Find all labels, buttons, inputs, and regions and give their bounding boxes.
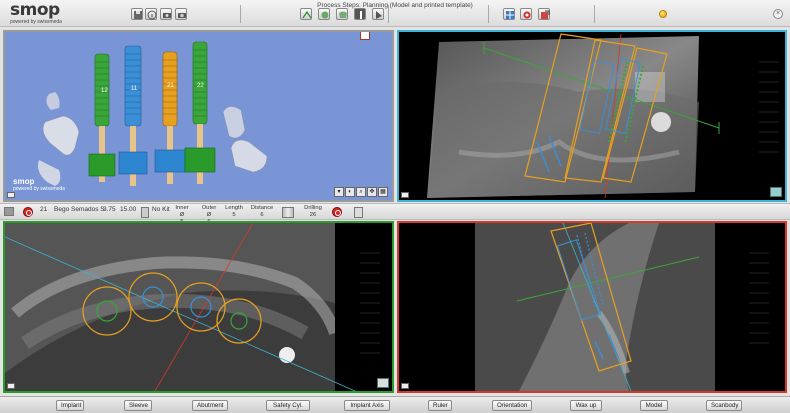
tooth-number: 21 — [40, 206, 48, 213]
pin-icon[interactable] — [360, 32, 370, 40]
implant-label-12: 12 — [101, 88, 108, 94]
bone-fragment — [222, 106, 246, 139]
implant-info-bar: 21 Bego Semados S 3.75 15.00 No Kit Inne… — [0, 203, 790, 225]
kit-select[interactable]: No Kit — [152, 206, 170, 213]
step-teeth-icon[interactable] — [336, 8, 348, 20]
implant-label-22: 22 — [197, 83, 204, 89]
top-toolbar: smop powered by swissmeda Process Steps:… — [0, 0, 790, 27]
implant-name[interactable]: Bego Semados S — [54, 206, 105, 213]
bar-menu-icon[interactable] — [4, 207, 14, 216]
grid-icon[interactable]: ▦ — [378, 187, 388, 197]
dropdown-icon[interactable]: ▾ — [334, 187, 344, 197]
implant-21[interactable] — [154, 51, 186, 184]
close-icon[interactable]: × — [773, 9, 783, 19]
cross-section-scan — [475, 223, 769, 391]
inner-diameter-label: Inner Ø — [175, 205, 189, 218]
view-tag-icon[interactable] — [7, 192, 15, 198]
step-template-icon[interactable] — [372, 8, 384, 20]
orientation-button[interactable]: Orientation — [492, 400, 532, 411]
abutment-button[interactable]: Abutment — [192, 400, 228, 411]
sleeve-distance[interactable]: Distance 6 — [250, 205, 274, 219]
axial-scan — [5, 223, 392, 391]
pan-icon[interactable]: ✥ — [367, 187, 377, 197]
zoom-icon[interactable]: ⌕ — [356, 187, 366, 197]
toolbar-divider — [488, 5, 489, 23]
bone-fragment — [42, 115, 80, 156]
step-scan-icon[interactable] — [300, 8, 312, 20]
sleeve-length-value: 5 — [232, 212, 236, 218]
sleeve-length-label: Length — [225, 205, 243, 211]
implant-button[interactable]: Implant — [56, 400, 84, 411]
delete-implant-icon[interactable] — [23, 207, 33, 217]
scanbody-button[interactable]: Scanbody — [706, 400, 742, 411]
view-tag-icon[interactable] — [7, 383, 15, 389]
view-tag-icon[interactable] — [401, 383, 409, 389]
viewport-brand-word: smop — [13, 177, 35, 186]
implant-label-11: 11 — [131, 86, 138, 92]
delete-sleeve-icon[interactable] — [332, 207, 342, 217]
save-icon[interactable] — [131, 8, 143, 20]
outer-diameter-label: Outer Ø — [201, 205, 217, 218]
logo: smop powered by swissmeda — [10, 0, 62, 26]
sleeve-distance-value: 6 — [260, 212, 264, 218]
settings-icon[interactable] — [520, 8, 532, 20]
camera-icon[interactable] — [175, 8, 187, 20]
viewport-brand-tagline: powered by swissmeda — [13, 186, 65, 192]
sleeve-icon — [282, 207, 294, 218]
implant-12[interactable] — [88, 53, 116, 182]
planning-window: smop powered by swissmeda Process Steps:… — [0, 0, 790, 413]
info-icon[interactable] — [145, 8, 157, 20]
implant-length[interactable]: 15.00 — [120, 206, 136, 213]
implant-3d-scene: 12 11 21 22 — [38, 41, 268, 186]
model-button[interactable]: Model — [640, 400, 668, 411]
viewport-brand: smop powered by swissmeda — [13, 177, 65, 192]
drilling-value: 26 — [309, 212, 317, 218]
export-icon[interactable] — [538, 8, 550, 20]
drilling-label: Drilling — [304, 205, 322, 211]
viewport-axial[interactable] — [3, 221, 394, 393]
toolbar-divider — [594, 5, 595, 23]
viewport-3d[interactable]: 12 11 21 22 smop powered by swissmeda ▾ … — [3, 30, 394, 202]
bone-fragment — [46, 92, 60, 110]
implant-diameter[interactable]: 3.75 — [103, 206, 116, 213]
implant-axis-button[interactable]: Implant Axis — [344, 400, 390, 411]
status-light-icon — [659, 10, 667, 18]
sleeve-button[interactable]: Sleeve — [124, 400, 152, 411]
ruler-button[interactable]: Ruler — [428, 400, 452, 411]
implant-label-21: 21 — [167, 83, 174, 89]
sleeve-distance-label: Distance — [250, 205, 274, 211]
implant-11[interactable] — [118, 45, 148, 186]
bone-fragment — [230, 139, 268, 173]
view-tag-icon[interactable] — [401, 192, 409, 198]
step-model-icon[interactable] — [318, 8, 330, 20]
step-planning-icon[interactable] — [354, 8, 366, 20]
safety-cylinder-button[interactable]: Safety Cyl. — [266, 400, 310, 411]
wax-up-button[interactable]: Wax up — [570, 400, 602, 411]
rotate-icon[interactable]: ◐ — [345, 187, 355, 197]
drilling[interactable]: Drilling 26 — [302, 205, 324, 219]
viewport-cross-section[interactable] — [397, 221, 787, 393]
implant-22[interactable] — [184, 41, 216, 184]
view-tools: ▾ ◐ ⌕ ✥ ▦ — [334, 187, 388, 197]
toolbar-divider — [388, 5, 389, 23]
lock-icon[interactable] — [354, 207, 363, 218]
logo-word: smop — [10, 0, 60, 20]
sleeve-length[interactable]: Length 5 — [225, 205, 243, 219]
viewport-sagittal[interactable] — [397, 30, 787, 202]
layout-icon[interactable] — [503, 8, 515, 20]
bottom-toolbar: Implant Sleeve Abutment Safety Cyl. Impl… — [0, 396, 790, 413]
logo-tagline: powered by swissmeda — [10, 19, 62, 25]
fullscreen-icon[interactable] — [377, 378, 389, 388]
sagittal-scan — [427, 33, 779, 199]
kit-icon — [141, 207, 149, 218]
orientation-cube-icon[interactable] — [770, 187, 782, 197]
screenshot-icon[interactable] — [160, 8, 172, 20]
